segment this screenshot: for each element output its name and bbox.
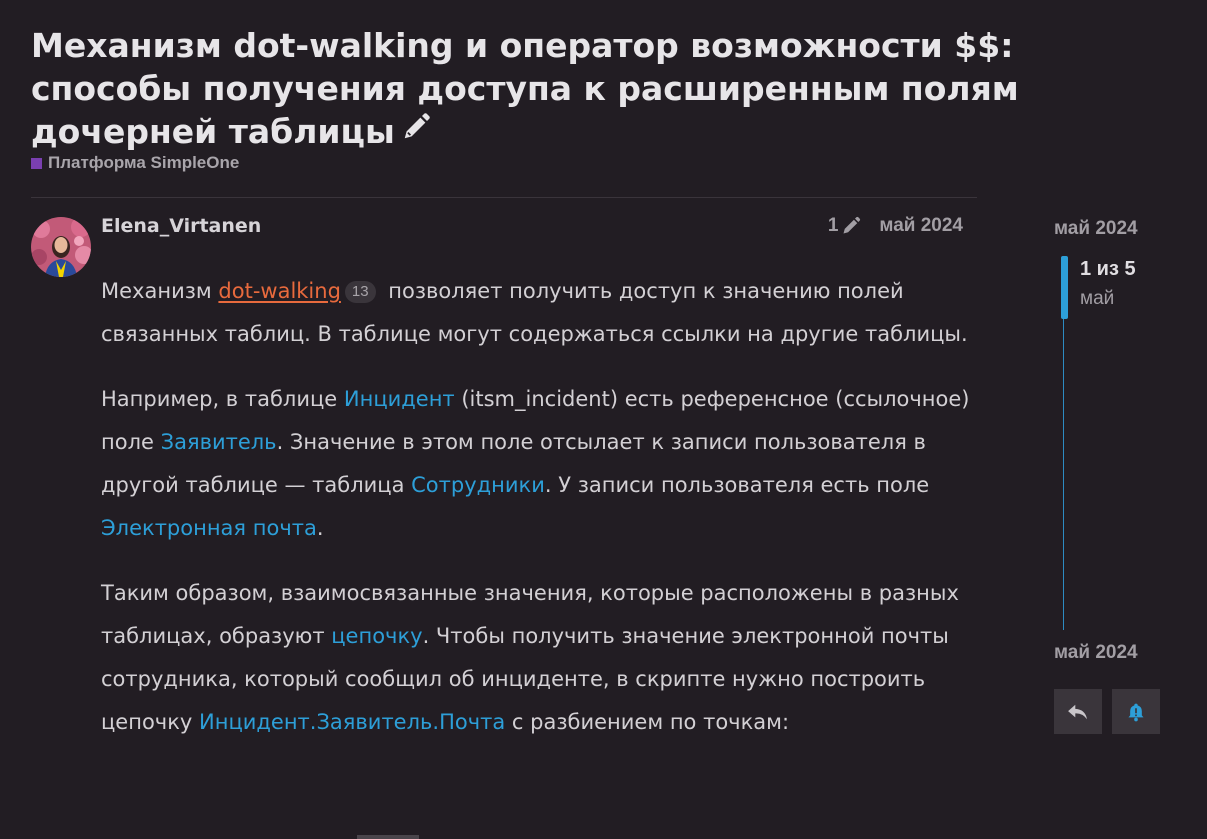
timeline-position: 1 из 5 bbox=[1080, 258, 1136, 280]
reply-button[interactable] bbox=[1054, 689, 1102, 734]
timeline-start-date[interactable]: май 2024 bbox=[1054, 218, 1138, 240]
caller-link[interactable]: Заявитель bbox=[161, 430, 277, 454]
post-meta: 1 май 2024 bbox=[828, 215, 963, 237]
header-divider bbox=[31, 197, 977, 198]
timeline-scroll-handle[interactable] bbox=[1061, 256, 1068, 319]
timeline-end-date[interactable]: май 2024 bbox=[1054, 642, 1138, 664]
dot-walking-link[interactable]: dot-walking bbox=[218, 279, 341, 303]
avatar[interactable] bbox=[31, 217, 91, 277]
text: . bbox=[316, 516, 324, 540]
post-body: Механизм dot-walking 13 позволяет получит… bbox=[101, 270, 981, 766]
category-label: Платформа SimpleOne bbox=[48, 153, 240, 172]
email-field-link[interactable]: Электронная почта bbox=[101, 516, 317, 540]
post-paragraph-1: Механизм dot-walking 13 позволяет получит… bbox=[101, 270, 981, 356]
chain-example-link[interactable]: Инцидент.Заявитель.Почта bbox=[199, 710, 505, 734]
post-paragraph-2: Например, в таблице Инцидент (itsm_incid… bbox=[101, 378, 981, 550]
notifications-button[interactable] bbox=[1112, 689, 1160, 734]
text: Механизм bbox=[101, 279, 219, 303]
topic-title: Механизм dot-walking и оператор возможно… bbox=[31, 24, 1051, 155]
category-link[interactable]: Платформа SimpleOne bbox=[31, 153, 239, 173]
text: Например, в таблице bbox=[101, 387, 344, 411]
edit-count: 1 bbox=[827, 215, 839, 236]
link-click-count-badge: 13 bbox=[344, 281, 376, 303]
text: с разбиением по точкам: bbox=[505, 710, 790, 734]
pencil-icon bbox=[843, 216, 861, 234]
topic-title-text: Механизм dot-walking и оператор возможно… bbox=[31, 26, 1019, 151]
post-date[interactable]: май 2024 bbox=[879, 215, 963, 237]
text: . У записи пользователя есть поле bbox=[544, 473, 930, 497]
reply-icon bbox=[1068, 704, 1087, 719]
post-paragraph-3: Таким образом, взаимосвязанные значения,… bbox=[101, 572, 981, 744]
edit-history-button[interactable]: 1 bbox=[828, 215, 862, 237]
timeline-current-month: май bbox=[1080, 288, 1115, 309]
bell-icon bbox=[1128, 703, 1144, 721]
employees-link[interactable]: Сотрудники bbox=[411, 473, 545, 497]
code-block-edge bbox=[357, 835, 419, 839]
incident-link[interactable]: Инцидент bbox=[344, 387, 455, 411]
post-author[interactable]: Elena_Virtanen bbox=[101, 215, 261, 237]
chain-link[interactable]: цепочку bbox=[331, 624, 422, 648]
category-color-square bbox=[31, 157, 42, 169]
edit-pencil-icon[interactable] bbox=[401, 109, 431, 152]
